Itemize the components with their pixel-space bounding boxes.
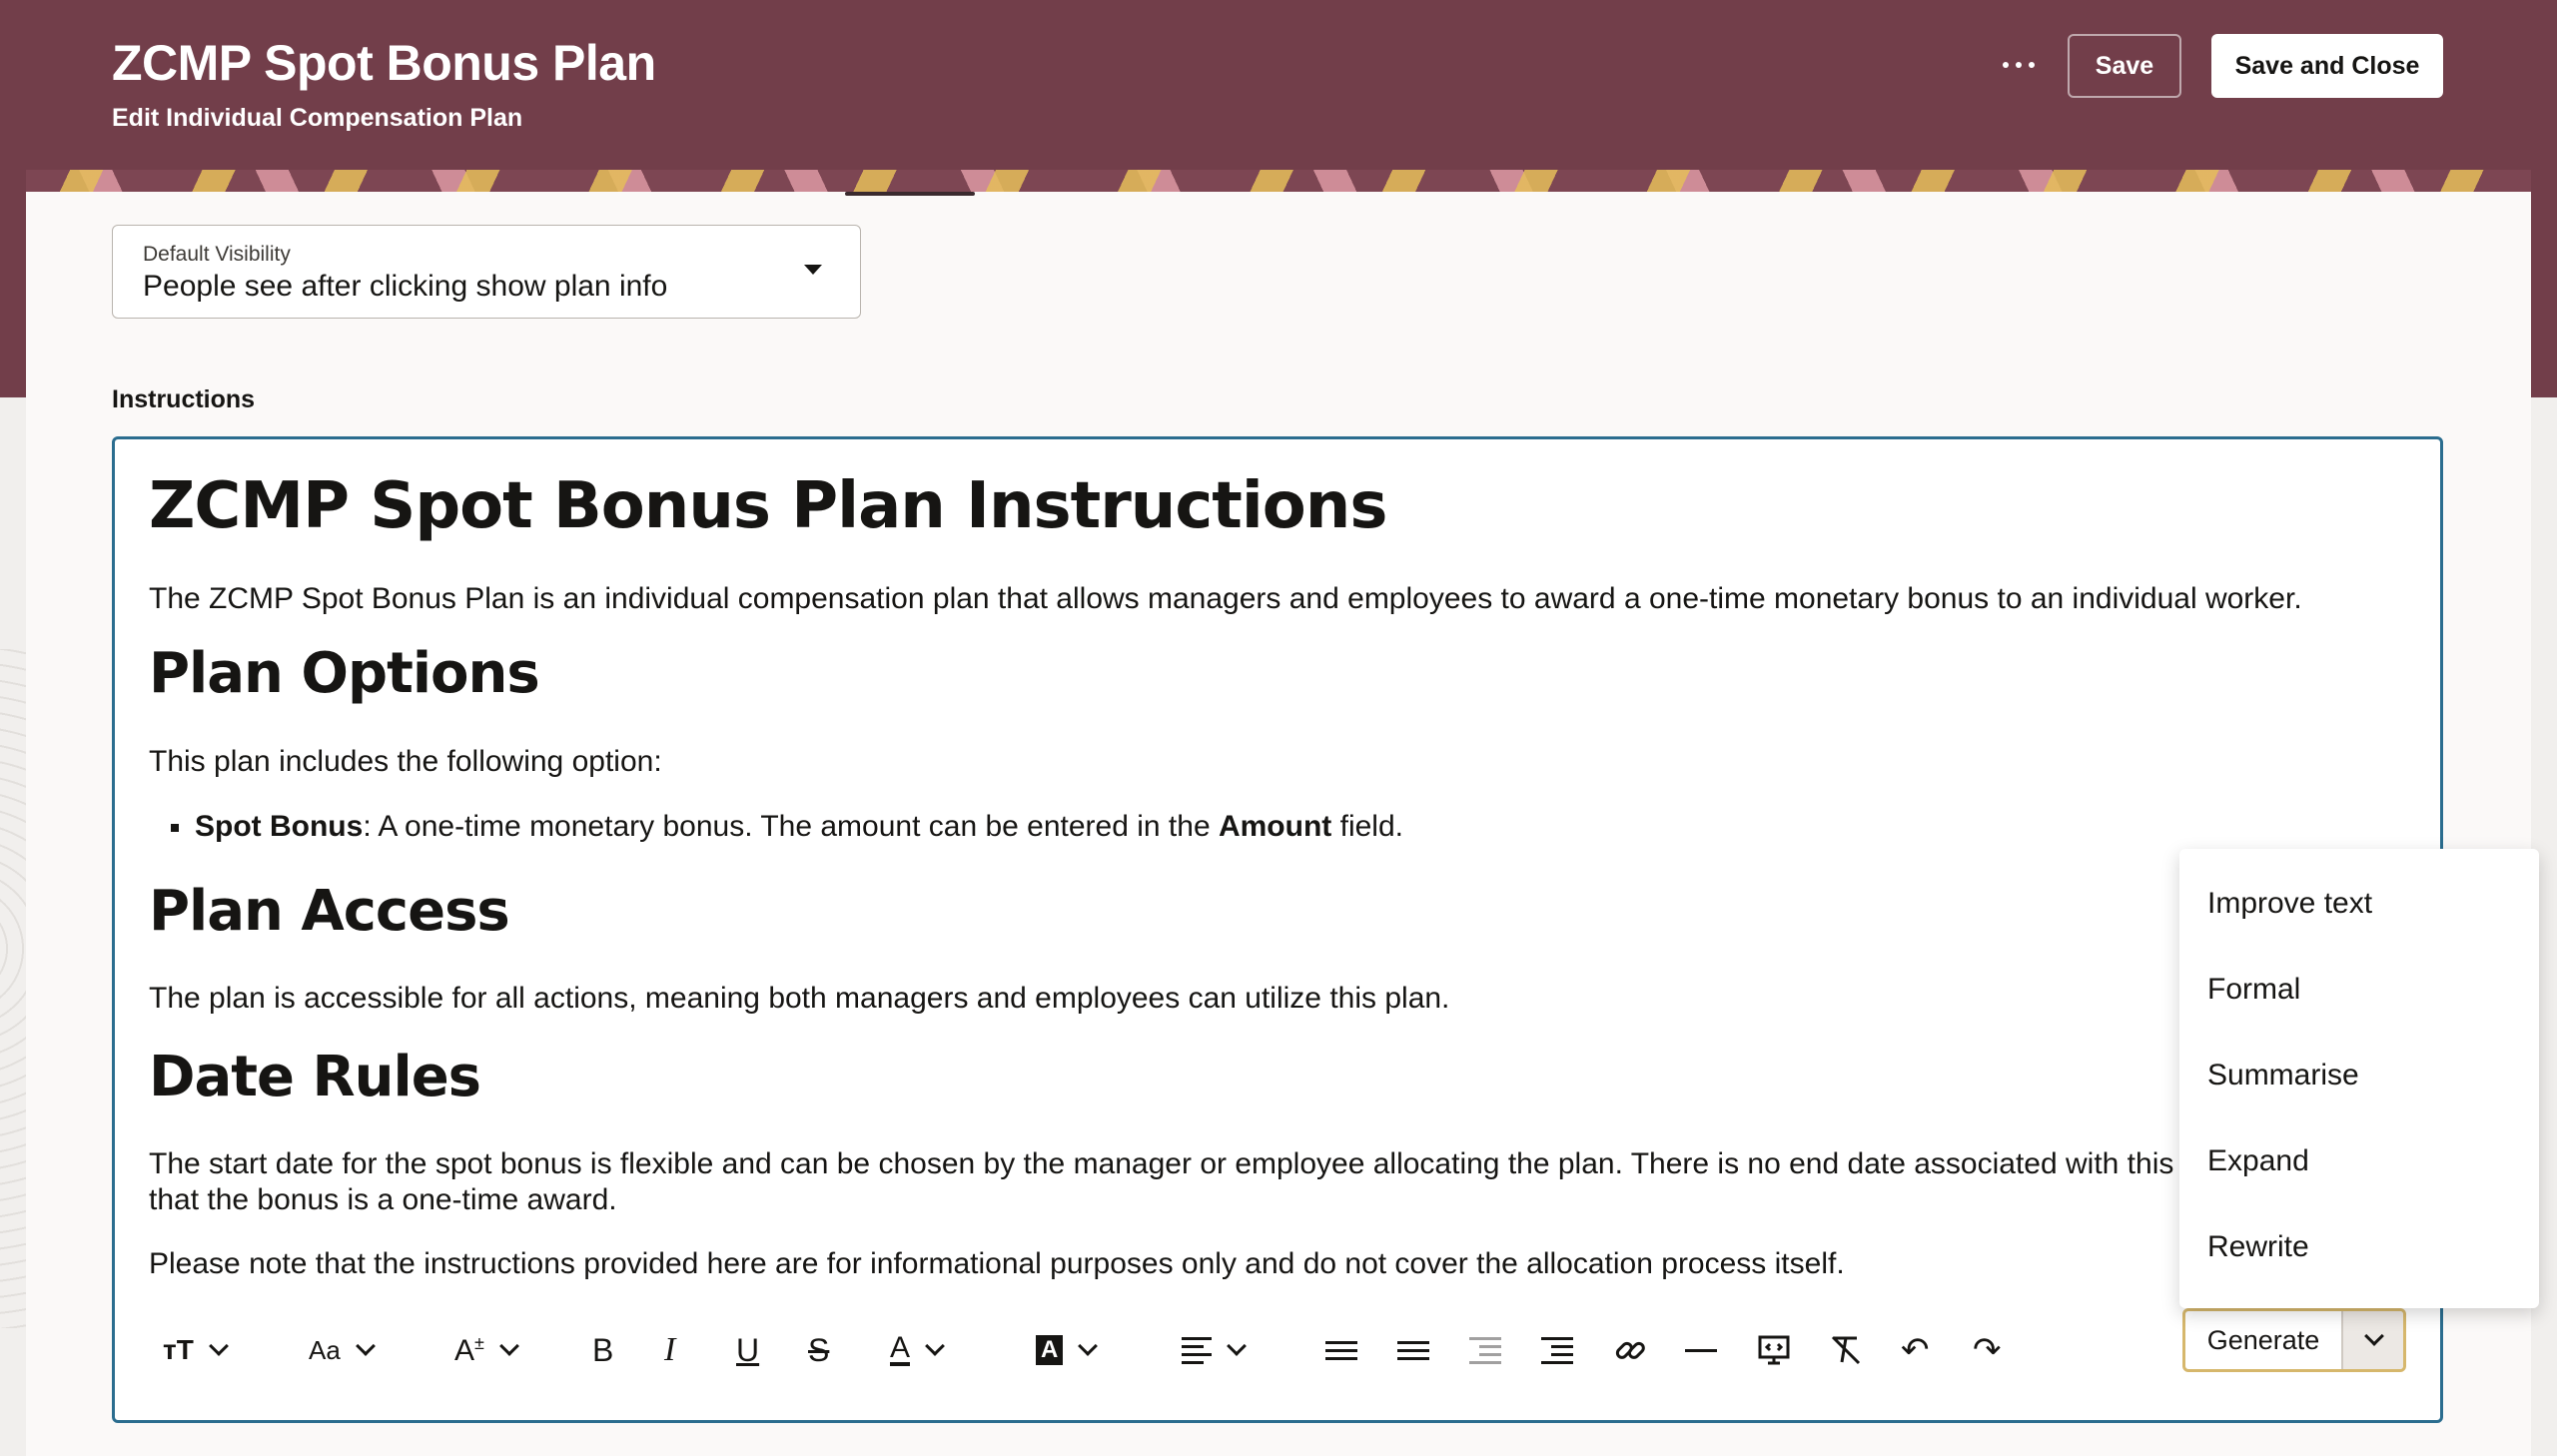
horizontal-rule-icon (1685, 1348, 1717, 1352)
generate-button[interactable]: Generate (2185, 1311, 2341, 1369)
bullet-list-icon (1325, 1340, 1357, 1360)
page-subtitle: Edit Individual Compensation Plan (112, 104, 523, 132)
generate-split-button: Generate (2182, 1308, 2406, 1372)
redo-icon: ↷ (1973, 1331, 2002, 1369)
generate-menu-toggle[interactable] (2341, 1311, 2403, 1369)
menu-item-rewrite[interactable]: Rewrite (2207, 1230, 2309, 1264)
undo-button[interactable]: ↶ (1901, 1318, 1930, 1382)
note-paragraph: Please note that the instructions provid… (149, 1247, 1845, 1280)
italic-icon: I (664, 1331, 676, 1368)
highlight-color-button[interactable]: A (1036, 1318, 1099, 1382)
font-family-icon: Aa (309, 1334, 341, 1365)
default-visibility-select[interactable]: Default Visibility People see after clic… (112, 225, 861, 319)
align-left-icon (1182, 1336, 1212, 1364)
strikethrough-button[interactable]: S (808, 1318, 829, 1382)
editor-toolbar: тT Aa A± B I U S A A ↶ ↷ (143, 1318, 2390, 1382)
ellipsis-icon[interactable] (1988, 42, 2050, 88)
underline-icon: U (736, 1331, 760, 1368)
superscript-mark: ± (474, 1332, 484, 1353)
menu-item-formal[interactable]: Formal (2207, 973, 2300, 1007)
menu-item-expand[interactable]: Expand (2207, 1144, 2309, 1178)
chevron-down-icon (1078, 1336, 1099, 1356)
redo-button[interactable]: ↷ (1973, 1318, 2002, 1382)
menu-item-summarise[interactable]: Summarise (2207, 1059, 2359, 1092)
save-and-close-button[interactable]: Save and Close (2211, 34, 2443, 98)
superscript-letter: A (454, 1333, 475, 1367)
chevron-down-icon (2364, 1326, 2384, 1346)
underline-button[interactable]: U (736, 1318, 759, 1382)
bullet-list-button[interactable] (1325, 1318, 1357, 1382)
default-visibility-label: Default Visibility (143, 243, 291, 266)
caret-down-icon[interactable] (804, 265, 822, 275)
options-paragraph: This plan includes the following option: (149, 745, 662, 778)
access-paragraph: The plan is accessible for all actions, … (149, 982, 1450, 1015)
save-button[interactable]: Save (2068, 34, 2181, 98)
date-paragraph-line-2: that the bonus is a one-time award. (149, 1183, 617, 1216)
align-button[interactable] (1182, 1318, 1247, 1382)
chevron-down-icon (1227, 1336, 1247, 1356)
chevron-down-icon (925, 1336, 945, 1356)
background-contour (0, 649, 26, 1328)
plan-access-heading: Plan Access (149, 879, 510, 944)
chevron-down-icon (499, 1336, 519, 1356)
embed-button[interactable] (1757, 1318, 1791, 1382)
indent-icon (1541, 1336, 1573, 1364)
page-title: ZCMP Spot Bonus Plan (112, 35, 656, 91)
link-icon (1615, 1341, 1645, 1359)
instructions-heading: ZCMP Spot Bonus Plan Instructions (149, 469, 1387, 543)
font-family-button[interactable]: Aa (309, 1318, 376, 1382)
text-size-button[interactable]: тT (163, 1318, 229, 1382)
list-item: Spot Bonus: A one-time monetary bonus. T… (171, 809, 1403, 845)
chevron-down-icon (208, 1336, 229, 1356)
panel-handle (845, 192, 975, 196)
highlight-color-icon: A (1036, 1335, 1064, 1365)
date-rules-heading: Date Rules (149, 1045, 481, 1109)
bullet-text-end: field. (1331, 810, 1403, 843)
instructions-editor[interactable]: ZCMP Spot Bonus Plan Instructions The ZC… (112, 436, 2443, 1423)
superscript-icon: A± (454, 1333, 484, 1368)
strikethrough-icon: S (808, 1331, 830, 1368)
instructions-label: Instructions (112, 385, 256, 413)
numbered-list-button[interactable] (1397, 1318, 1429, 1382)
clear-formatting-button[interactable] (1829, 1318, 1863, 1382)
indent-button[interactable] (1541, 1318, 1573, 1382)
link-button[interactable] (1613, 1318, 1647, 1382)
outdent-icon (1469, 1336, 1501, 1364)
undo-icon: ↶ (1901, 1331, 1930, 1369)
text-size-icon: тT (163, 1334, 194, 1365)
bullet-text: : A one-time monetary bonus. The amount … (363, 810, 1219, 843)
numbered-list-icon (1397, 1340, 1429, 1360)
plan-options-heading: Plan Options (149, 641, 540, 706)
font-color-icon: A (890, 1331, 911, 1366)
date-paragraph-line-1: The start date for the spot bonus is fle… (149, 1147, 2246, 1180)
menu-item-improve-text[interactable]: Improve text (2207, 887, 2372, 921)
bullet-field: Amount (1218, 810, 1332, 843)
font-color-button[interactable]: A (890, 1318, 945, 1382)
embed-icon (1758, 1335, 1790, 1365)
bold-icon: B (592, 1331, 614, 1368)
bold-button[interactable]: B (592, 1318, 613, 1382)
intro-paragraph: The ZCMP Spot Bonus Plan is an individua… (149, 582, 2302, 615)
bullet-term: Spot Bonus (195, 810, 364, 843)
chevron-down-icon (355, 1336, 376, 1356)
superscript-button[interactable]: A± (454, 1318, 519, 1382)
generate-menu: Improve text Formal Summarise Expand Rew… (2179, 849, 2539, 1308)
clear-formatting-icon (1831, 1335, 1861, 1365)
outdent-button[interactable] (1469, 1318, 1501, 1382)
italic-button[interactable]: I (664, 1318, 675, 1382)
default-visibility-value: People see after clicking show plan info (143, 270, 668, 303)
horizontal-rule-button[interactable] (1685, 1318, 1717, 1382)
